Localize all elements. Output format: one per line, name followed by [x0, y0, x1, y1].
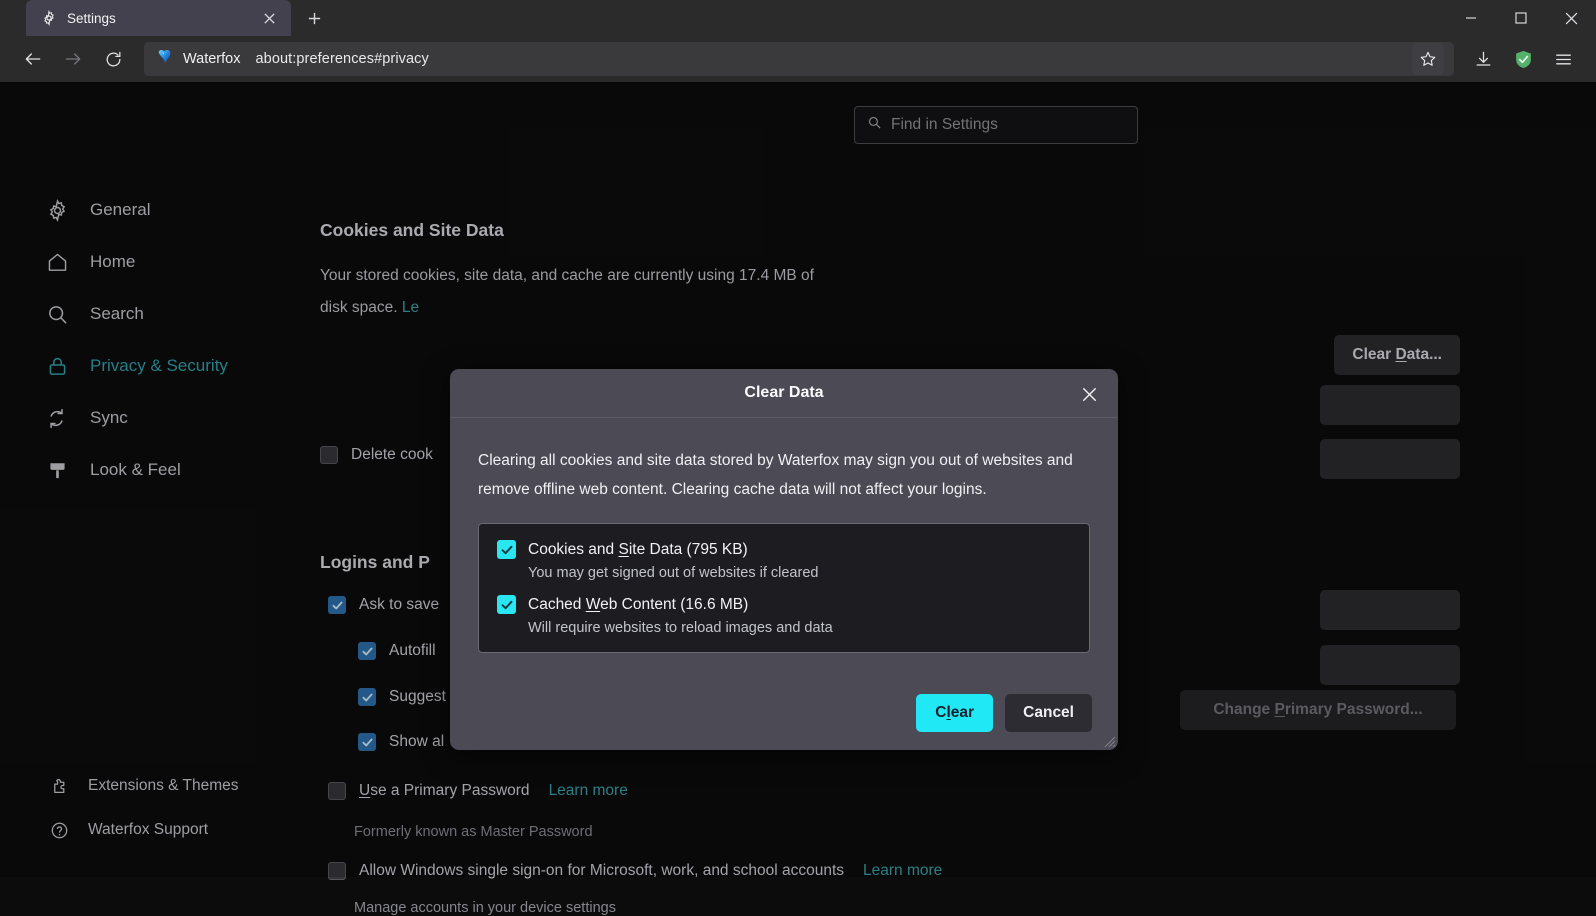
- back-icon[interactable]: [14, 42, 52, 76]
- waterfox-logo-icon: [156, 47, 175, 71]
- label-accel: W: [586, 596, 600, 613]
- clear-before: C: [935, 704, 946, 721]
- option-row[interactable]: Cached Web Content (16.6 MB): [497, 595, 1071, 614]
- shield-icon[interactable]: [1504, 42, 1542, 76]
- url-bar[interactable]: Waterfox about:preferences#privacy: [144, 42, 1454, 76]
- identity-label: Waterfox: [183, 51, 240, 67]
- clear-button-label: Clear: [935, 704, 974, 722]
- close-icon[interactable]: [1072, 377, 1106, 411]
- sso-hint: Manage accounts in your device settings: [354, 900, 616, 916]
- checkbox-cookies-site-data[interactable]: [497, 540, 516, 559]
- dialog-description: Clearing all cookies and site data store…: [478, 446, 1090, 504]
- navigation-toolbar: Waterfox about:preferences#privacy: [0, 36, 1596, 82]
- option-label: Cookies and Site Data (795 KB): [528, 541, 748, 559]
- bookmark-star-icon[interactable]: [1412, 43, 1444, 75]
- dialog-header: Clear Data: [450, 369, 1118, 418]
- clear-data-dialog: Clear Data Clearing all cookies and site…: [450, 369, 1118, 750]
- window-controls: [1446, 0, 1596, 36]
- new-tab-button[interactable]: [297, 3, 331, 33]
- urlbar-actions: [1412, 43, 1444, 75]
- dialog-title: Clear Data: [744, 384, 823, 402]
- dialog-body: Clearing all cookies and site data store…: [450, 418, 1118, 653]
- forward-icon[interactable]: [54, 42, 92, 76]
- app-menu-icon[interactable]: [1544, 42, 1582, 76]
- dialog-resize-grip[interactable]: [1100, 732, 1116, 748]
- tab-title: Settings: [67, 11, 247, 26]
- window-close-icon[interactable]: [1546, 0, 1596, 36]
- clear-data-options-list: Cookies and Site Data (795 KB) You may g…: [478, 523, 1090, 653]
- label-accel: S: [618, 541, 628, 558]
- clear-after: ear: [951, 704, 974, 721]
- cancel-button-label: Cancel: [1023, 704, 1074, 722]
- label-after: ite Data (795 KB): [629, 541, 748, 558]
- cancel-button[interactable]: Cancel: [1005, 694, 1092, 732]
- downloads-icon[interactable]: [1464, 42, 1502, 76]
- label-before: Cached: [528, 596, 586, 613]
- browser-tab-settings[interactable]: Settings: [26, 0, 291, 36]
- option-row[interactable]: Cookies and Site Data (795 KB): [497, 540, 1071, 559]
- option-cached-web-content[interactable]: Cached Web Content (16.6 MB) Will requir…: [497, 595, 1071, 636]
- url-text[interactable]: about:preferences#privacy: [255, 51, 428, 67]
- option-label: Cached Web Content (16.6 MB): [528, 596, 748, 614]
- minimize-icon[interactable]: [1446, 0, 1496, 36]
- maximize-icon[interactable]: [1496, 0, 1546, 36]
- reload-icon[interactable]: [94, 42, 132, 76]
- dialog-buttons: Clear Cancel: [916, 694, 1092, 732]
- gear-icon: [40, 10, 57, 27]
- checkbox-cached-web-content[interactable]: [497, 595, 516, 614]
- close-icon[interactable]: [257, 6, 281, 30]
- title-bar: Settings: [0, 0, 1596, 36]
- option-description: You may get signed out of websites if cl…: [528, 565, 1071, 581]
- label-before: Cookies and: [528, 541, 618, 558]
- settings-page: General Home Search: [0, 82, 1596, 877]
- label-after: eb Content (16.6 MB): [600, 596, 748, 613]
- option-cookies-and-site-data[interactable]: Cookies and Site Data (795 KB) You may g…: [497, 540, 1071, 581]
- site-identity-chip[interactable]: Waterfox: [154, 45, 246, 73]
- clear-button[interactable]: Clear: [916, 694, 993, 732]
- option-description: Will require websites to reload images a…: [528, 620, 1071, 636]
- tab-strip: Settings: [0, 0, 331, 36]
